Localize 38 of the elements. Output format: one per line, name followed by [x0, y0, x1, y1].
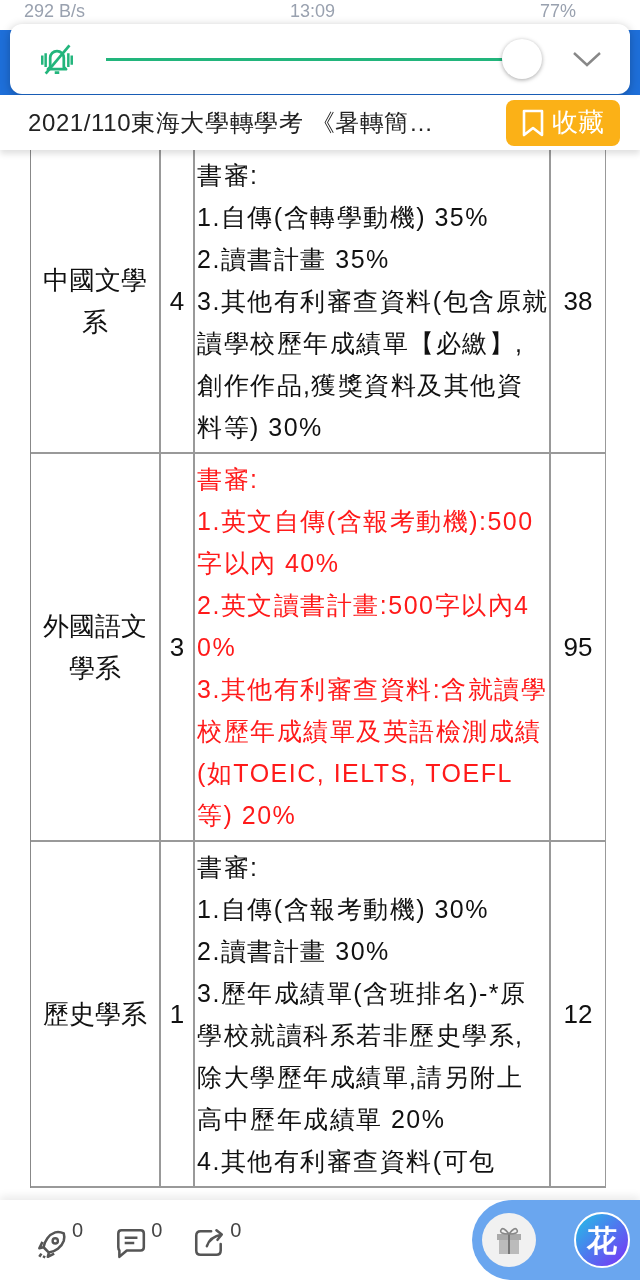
criteria-line: 1.自傳(含報考動機) 30%: [197, 894, 490, 925]
department-cell-text: 外國語文學系: [42, 610, 148, 685]
criteria-line: 2.英文讀書計畫:500字以內40%: [197, 590, 531, 663]
criteria-line: 書審:: [197, 160, 260, 191]
quota-cell: 1: [159, 842, 193, 1186]
article-title: 2021/110東海大學轉學考 《暑轉簡…: [28, 107, 434, 138]
battery-level: 77%: [539, 0, 576, 22]
table-cell: 95: [551, 454, 606, 840]
volume-slider[interactable]: [106, 39, 542, 79]
criteria-line: 2.讀書計畫 30%: [197, 936, 391, 967]
criteria-line: 書審:: [197, 852, 260, 883]
app-logo[interactable]: 花: [574, 1212, 630, 1268]
network-speed: 292 B/s: [24, 0, 86, 22]
count-label: 0: [230, 1220, 242, 1240]
clock: 13:09: [290, 0, 336, 22]
muted-bell-icon[interactable]: [38, 42, 76, 76]
comment-button[interactable]: 0: [113, 1220, 163, 1260]
department-cell-text: 歷史學系: [42, 998, 148, 1031]
criteria-line: 1.英文自傳(含報考動機):500字以內 40%: [197, 506, 535, 579]
chevron-down-icon[interactable]: [572, 50, 602, 68]
criteria-line: 1.自傳(含轉學動機) 35%: [197, 202, 490, 233]
quota-cell: 3: [159, 454, 193, 840]
rocket-button[interactable]: 0: [34, 1220, 84, 1260]
department-cell-text: 中國文學系: [42, 264, 148, 339]
count-label: 0: [151, 1220, 163, 1240]
table-cell: 38: [551, 150, 606, 452]
criteria-line: 3.其他有利審查資料:含就讀學校歷年成績單及英語檢測成績(如TOEIC, IELTS, TOEFL等) 20%: [197, 674, 549, 831]
criteria-line: 3.其他有利審查資料(包含原就讀學校歷年成績單【必繳】,創作作品,獲獎資料及其他資料等) 30%: [197, 286, 549, 443]
criteria-line: 4.其他有利審查資料(可包: [197, 1146, 497, 1177]
table-cell: 12: [551, 842, 606, 1186]
criteria-line: 3.歷年成績單(含班排名)-*原學校就讀科系若非歷史學系,除大學歷年成績單,請另附上高中歷年成績單 20%: [197, 978, 528, 1135]
gift-button[interactable]: [482, 1213, 536, 1267]
quota-cell: 4: [159, 150, 193, 452]
share-button[interactable]: 0: [192, 1220, 242, 1260]
criteria-line: 2.讀書計畫 35%: [197, 244, 391, 275]
bookmark-icon: [522, 108, 544, 137]
criteria-line: 書審:: [197, 464, 260, 495]
count-label: 0: [72, 1220, 84, 1240]
